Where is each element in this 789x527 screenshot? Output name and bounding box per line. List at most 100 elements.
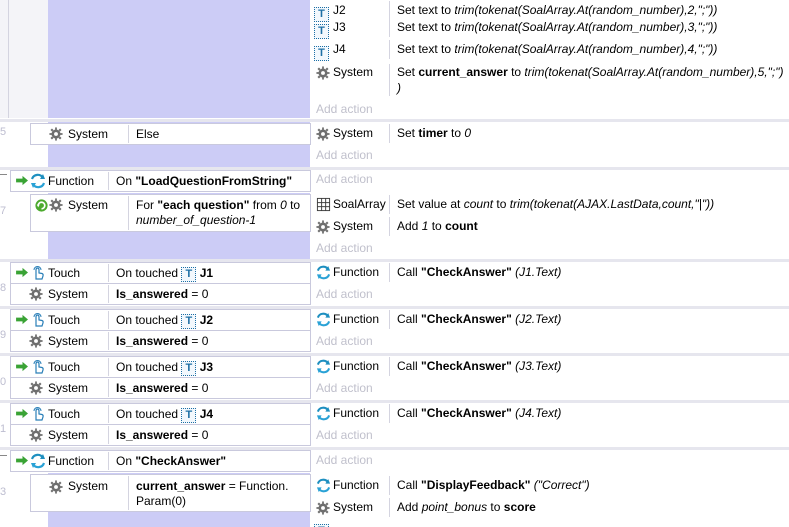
- collapse-toggle[interactable]: [0, 174, 7, 184]
- action-text: Set value at count to trim(tokenat(AJAX.…: [397, 194, 714, 215]
- action-row[interactable]: System Add 1 to count: [313, 216, 789, 237]
- action-expression: trim(tokenat(SoalArray.At(random_number)…: [454, 20, 718, 34]
- action-connector: to: [428, 219, 446, 233]
- arrow-right-icon: [16, 361, 29, 372]
- variable-name: current_answer: [136, 479, 226, 493]
- column-divider: [389, 263, 390, 282]
- add-action-link[interactable]: Add action: [316, 450, 373, 471]
- condition-row[interactable]: Touch On touched T J3: [10, 356, 311, 378]
- arrow-right-icon: [16, 314, 29, 325]
- action-row[interactable]: Function Call "DisplayFeedback" ("Correc…: [313, 475, 789, 496]
- condition-object-name: Function: [48, 454, 95, 468]
- add-action-link[interactable]: Add action: [316, 331, 373, 352]
- column-divider: [128, 125, 129, 143]
- action-row[interactable]: System Add point_bonus to score: [313, 497, 789, 518]
- gear-icon: [29, 381, 43, 395]
- action-object-name: SoalArray: [333, 197, 386, 211]
- touch-event[interactable]: 0 Touch On touched T J3 System Is_answer…: [0, 356, 789, 400]
- add-action-link[interactable]: Add action: [316, 284, 373, 305]
- t-text-icon: T: [181, 361, 197, 376]
- condition-compare: = 0: [188, 381, 209, 395]
- action-verb: Add: [397, 500, 422, 514]
- touch-target: J3: [199, 360, 214, 374]
- loop-name: "each question": [157, 198, 250, 212]
- condition-row[interactable]: System Is_answered = 0: [10, 284, 311, 305]
- action-verb: Set value at: [397, 197, 464, 211]
- function-icon: [316, 478, 331, 493]
- add-action-link[interactable]: Add action: [316, 238, 373, 259]
- condition-row[interactable]: Touch On touched T J2: [10, 309, 311, 331]
- function-event-header[interactable]: Function On "CheckAnswer": [10, 450, 311, 472]
- condition-row[interactable]: Touch On touched T J1: [10, 262, 311, 284]
- touch-icon: [30, 312, 46, 328]
- action-row-partial[interactable]: T: [313, 519, 789, 527]
- condition-row[interactable]: System Is_answered = 0: [10, 331, 311, 352]
- condition-verb: On touched: [116, 360, 182, 374]
- column-divider: [389, 498, 390, 517]
- action-value: 0: [464, 126, 472, 140]
- action-row[interactable]: System Set timer to 0: [313, 123, 789, 144]
- action-object-name: Function: [333, 312, 380, 326]
- gear-icon: [29, 287, 43, 301]
- action-row[interactable]: Function Call "CheckAnswer" (J3.Text): [313, 356, 789, 377]
- action-row[interactable]: Function Call "CheckAnswer" (J2.Text): [313, 309, 789, 330]
- action-row[interactable]: T J4 Set text to trim(tokenat(SoalArray.…: [313, 39, 789, 61]
- column-divider: [108, 285, 109, 303]
- column-divider: [389, 64, 390, 96]
- action-text: Add point_bonus to score: [397, 497, 536, 518]
- condition-compare: = 0: [188, 287, 209, 301]
- condition-row[interactable]: System current_answer = Function. Param(…: [30, 474, 311, 512]
- condition-object-name: Touch: [48, 360, 81, 374]
- add-action-link[interactable]: Add action: [316, 169, 373, 190]
- touch-target: J1: [199, 266, 214, 280]
- action-object-name: Function: [333, 406, 380, 420]
- variable-name: Is_answered: [116, 381, 189, 395]
- condition-row[interactable]: Touch On touched T J4: [10, 403, 311, 425]
- action-row[interactable]: SoalArray Set value at count to trim(tok…: [313, 194, 789, 215]
- action-row[interactable]: Function Call "CheckAnswer" (J4.Text): [313, 403, 789, 424]
- condition-verb: On: [116, 174, 136, 188]
- condition-row[interactable]: System Is_answered = 0: [10, 425, 311, 446]
- action-object-name: Function: [333, 359, 380, 373]
- action-object-name: System: [333, 65, 374, 79]
- function-event-header[interactable]: Function On "LoadQuestionFromString": [10, 170, 311, 192]
- event-conditions-lavender: [48, 0, 310, 118]
- condition-object-name: System: [48, 287, 89, 301]
- condition-verb: On touched: [116, 407, 182, 421]
- add-action-link[interactable]: Add action: [316, 378, 373, 399]
- action-row[interactable]: Function Call "CheckAnswer" (J1.Text): [313, 262, 789, 283]
- action-text: Set current_answer to trim(tokenat(SoalA…: [397, 65, 783, 79]
- function-name: "CheckAnswer": [135, 454, 227, 468]
- condition-object-name: Touch: [48, 266, 81, 280]
- touch-event[interactable]: 1 Touch On touched T J4 System Is_answer…: [0, 403, 789, 447]
- action-text: Call "DisplayFeedback" ("Correct"): [397, 475, 590, 496]
- action-row[interactable]: T J3 Set text to trim(tokenat(SoalArray.…: [313, 17, 789, 39]
- add-action-link[interactable]: Add action: [316, 425, 373, 446]
- line-number: 0: [0, 376, 7, 388]
- action-verb: Add: [397, 219, 422, 233]
- condition-row[interactable]: System For "each question" from 0 to num…: [30, 194, 311, 232]
- condition-text: On touched T J2: [116, 313, 213, 329]
- condition-text: Is_answered = 0: [116, 428, 208, 442]
- function-param: (J4.Text): [511, 406, 562, 420]
- touch-event[interactable]: 9 Touch On touched T J2 System Is_answer…: [0, 309, 789, 353]
- add-action-link[interactable]: Add action: [316, 99, 373, 120]
- function-icon: [316, 312, 331, 327]
- add-action-link[interactable]: Add action: [316, 145, 373, 166]
- action-expression: count: [463, 197, 494, 211]
- condition-text: On touched T J4: [116, 407, 213, 423]
- condition-verb: On: [116, 454, 136, 468]
- column-divider: [108, 405, 109, 423]
- condition-row[interactable]: System Else: [30, 123, 311, 145]
- condition-row[interactable]: System Is_answered = 0: [10, 378, 311, 399]
- touch-event[interactable]: 8 Touch On touched T J1 System Is_answer…: [0, 262, 789, 306]
- action-verb: Call: [397, 478, 422, 492]
- collapse-toggle[interactable]: [0, 455, 7, 465]
- function-icon: [316, 265, 331, 280]
- condition-text: On touched T J3: [116, 360, 213, 376]
- condition-text: Is_answered = 0: [116, 287, 208, 301]
- loop-connector: to: [286, 198, 301, 212]
- arrow-right-icon: [16, 175, 29, 186]
- condition-object-name: Touch: [48, 313, 81, 327]
- action-row[interactable]: System Set current_answer to trim(tokena…: [313, 62, 789, 98]
